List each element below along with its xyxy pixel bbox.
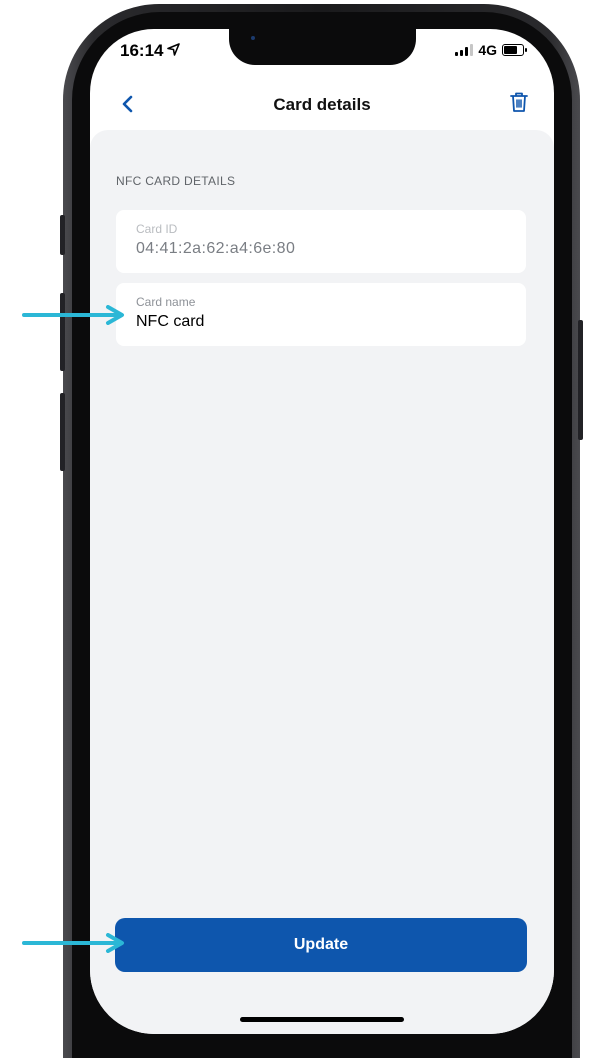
phone-screen: 16:14 4G Card details NFC CARD DETAILS C… — [90, 29, 554, 1034]
annotation-arrow-icon — [22, 933, 130, 958]
navigation-bar: Card details — [90, 85, 554, 125]
battery-icon — [502, 44, 527, 56]
status-time: 16:14 — [120, 41, 181, 61]
time-label: 16:14 — [120, 41, 164, 60]
notch — [229, 29, 416, 65]
delete-button[interactable] — [504, 89, 534, 119]
card-id-field: Card ID 04:41:2a:62:a4:6e:80 — [116, 210, 526, 273]
card-name-label: Card name — [136, 295, 196, 309]
status-indicators: 4G — [455, 42, 527, 58]
network-label: 4G — [478, 42, 497, 58]
annotation-arrow-icon — [22, 305, 130, 330]
card-id-value: 04:41:2a:62:a4:6e:80 — [136, 240, 296, 257]
content-area: NFC CARD DETAILS Card ID 04:41:2a:62:a4:… — [90, 130, 554, 1034]
update-button[interactable]: Update — [115, 918, 527, 972]
section-heading: NFC CARD DETAILS — [116, 174, 236, 188]
trash-icon — [509, 91, 529, 118]
location-arrow-icon — [167, 41, 181, 61]
card-id-label: Card ID — [136, 222, 178, 236]
page-title: Card details — [273, 95, 371, 114]
volume-down-button — [60, 393, 65, 471]
camera-dot — [251, 36, 255, 40]
card-name-field[interactable]: Card name NFC card — [116, 283, 526, 346]
card-name-input[interactable]: NFC card — [136, 313, 526, 331]
power-button — [578, 320, 583, 440]
action-button — [60, 215, 65, 255]
home-indicator — [240, 1017, 404, 1022]
signal-icon — [455, 44, 474, 56]
